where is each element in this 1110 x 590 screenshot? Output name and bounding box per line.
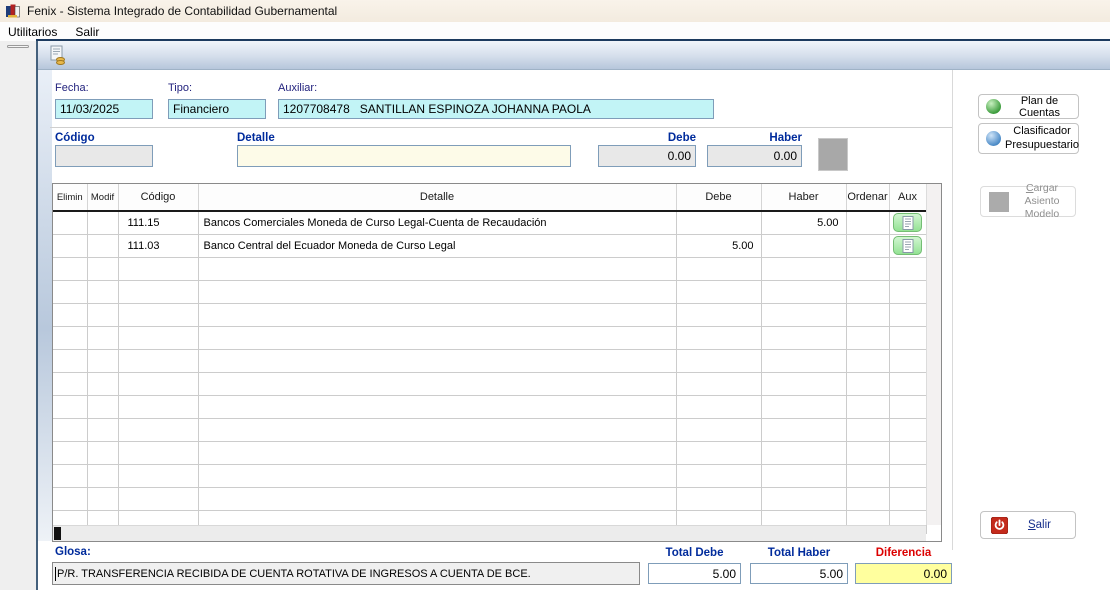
- document-icon: [902, 216, 914, 230]
- salir-mnemonic: S: [1028, 519, 1036, 531]
- blue-sphere-icon: [986, 131, 1001, 146]
- grid-row-empty[interactable]: [53, 303, 926, 326]
- title-bar: Fenix - Sistema Integrado de Contabilida…: [0, 0, 1110, 22]
- fecha-field[interactable]: [55, 99, 153, 119]
- haber-label: Haber: [707, 132, 802, 144]
- auxiliar-field[interactable]: [278, 99, 714, 119]
- app-icon[interactable]: [5, 3, 21, 19]
- total-debe-field[interactable]: [648, 563, 741, 584]
- add-entry-square-button[interactable]: [818, 138, 848, 171]
- grid-row-empty[interactable]: [53, 280, 926, 303]
- horizontal-scrollbar[interactable]: [53, 525, 926, 541]
- salir-button[interactable]: Salir: [980, 511, 1076, 539]
- column-header-elimin: Elimin: [53, 184, 87, 211]
- salir-label: alir: [1036, 519, 1051, 531]
- menu-item-utilitarios[interactable]: Utilitarios: [0, 23, 67, 41]
- toolbar: [38, 41, 1110, 70]
- new-entry-button[interactable]: [46, 44, 70, 68]
- gray-square-icon: [989, 192, 1009, 212]
- grid-row-empty[interactable]: [53, 395, 926, 418]
- diferencia-label: Diferencia: [855, 547, 952, 559]
- grid-row-empty[interactable]: [53, 441, 926, 464]
- aux-document-button[interactable]: [893, 236, 922, 255]
- diferencia-field[interactable]: [855, 563, 952, 584]
- total-haber-field[interactable]: [750, 563, 848, 584]
- aux-document-button[interactable]: [893, 213, 922, 232]
- grid-row-empty[interactable]: [53, 487, 926, 510]
- application-window: Fenix - Sistema Integrado de Contabilida…: [0, 0, 1110, 590]
- cargar-mnemonic: C: [1026, 182, 1034, 194]
- left-gradient-strip: [38, 70, 52, 541]
- detalle-label: Detalle: [237, 132, 275, 144]
- main-area: Fecha: Tipo: Auxiliar: Código Detalle De…: [36, 41, 1110, 590]
- cargar-asiento-modelo-button[interactable]: Cargar Asiento Modelo: [980, 186, 1076, 217]
- vertical-scrollbar[interactable]: [926, 184, 941, 525]
- collapsed-side-panel[interactable]: [0, 41, 36, 590]
- glosa-text: P/R. TRANSFERENCIA RECIBIDA DE CUENTA RO…: [57, 568, 531, 580]
- green-sphere-icon: [986, 99, 1001, 114]
- column-header-codigo: Código: [118, 184, 198, 211]
- grid-row-empty[interactable]: [53, 326, 926, 349]
- clasificador-presupuestario-button[interactable]: Clasificador Presupuestario: [978, 123, 1079, 154]
- column-header-debe: Debe: [676, 184, 761, 211]
- tipo-label: Tipo:: [168, 82, 192, 94]
- grid-row[interactable]: 111.03Banco Central del Ecuador Moneda d…: [53, 234, 926, 257]
- document-coins-icon: [49, 45, 67, 65]
- power-icon: [991, 517, 1008, 534]
- clasificador-label-line2: Presupuestario: [1005, 139, 1079, 151]
- menu-item-salir[interactable]: Salir: [67, 23, 109, 41]
- column-header-detalle: Detalle: [198, 184, 676, 211]
- glosa-label: Glosa:: [55, 546, 91, 558]
- document-icon: [902, 239, 914, 253]
- column-header-haber: Haber: [761, 184, 846, 211]
- clasificador-label-line1: Clasificador: [1013, 125, 1070, 137]
- window-title: Fenix - Sistema Integrado de Contabilida…: [27, 4, 337, 18]
- text-caret: [55, 567, 56, 581]
- glosa-field[interactable]: P/R. TRANSFERENCIA RECIBIDA DE CUENTA RO…: [52, 562, 640, 585]
- entries-table: EliminModifCódigoDetalleDebeHaberOrdenar…: [53, 184, 927, 534]
- detalle-input[interactable]: [237, 145, 571, 167]
- plan-de-cuentas-label: Plan de Cuentas: [1005, 95, 1074, 119]
- grid-row-empty[interactable]: [53, 464, 926, 487]
- horizontal-scrollbar-thumb[interactable]: [54, 527, 61, 540]
- auxiliar-label: Auxiliar:: [278, 82, 317, 94]
- panel-grip[interactable]: [7, 45, 29, 48]
- haber-input[interactable]: [707, 145, 802, 167]
- plan-de-cuentas-button[interactable]: Plan de Cuentas: [978, 94, 1079, 119]
- codigo-label: Código: [55, 132, 95, 144]
- column-header-ordenar: Ordenar: [846, 184, 889, 211]
- fecha-label: Fecha:: [55, 82, 89, 94]
- total-haber-label: Total Haber: [750, 547, 848, 559]
- tipo-field[interactable]: [168, 99, 266, 119]
- grid-row-empty[interactable]: [53, 257, 926, 280]
- total-debe-label: Total Debe: [648, 547, 741, 559]
- debe-label: Debe: [598, 132, 696, 144]
- grid-row[interactable]: 111.15Bancos Comerciales Moneda de Curso…: [53, 211, 926, 234]
- form-separator: [50, 127, 952, 128]
- codigo-input[interactable]: [55, 145, 153, 167]
- grid-row-empty[interactable]: [53, 372, 926, 395]
- grid-row-empty[interactable]: [53, 418, 926, 441]
- cargar-label-line2: Modelo: [1025, 208, 1059, 220]
- form-right-divider: [952, 70, 953, 550]
- column-header-modif: Modif: [87, 184, 118, 211]
- grid-row-empty[interactable]: [53, 349, 926, 372]
- debe-input[interactable]: [598, 145, 696, 167]
- entries-grid: EliminModifCódigoDetalleDebeHaberOrdenar…: [52, 183, 942, 542]
- column-header-aux: Aux: [889, 184, 926, 211]
